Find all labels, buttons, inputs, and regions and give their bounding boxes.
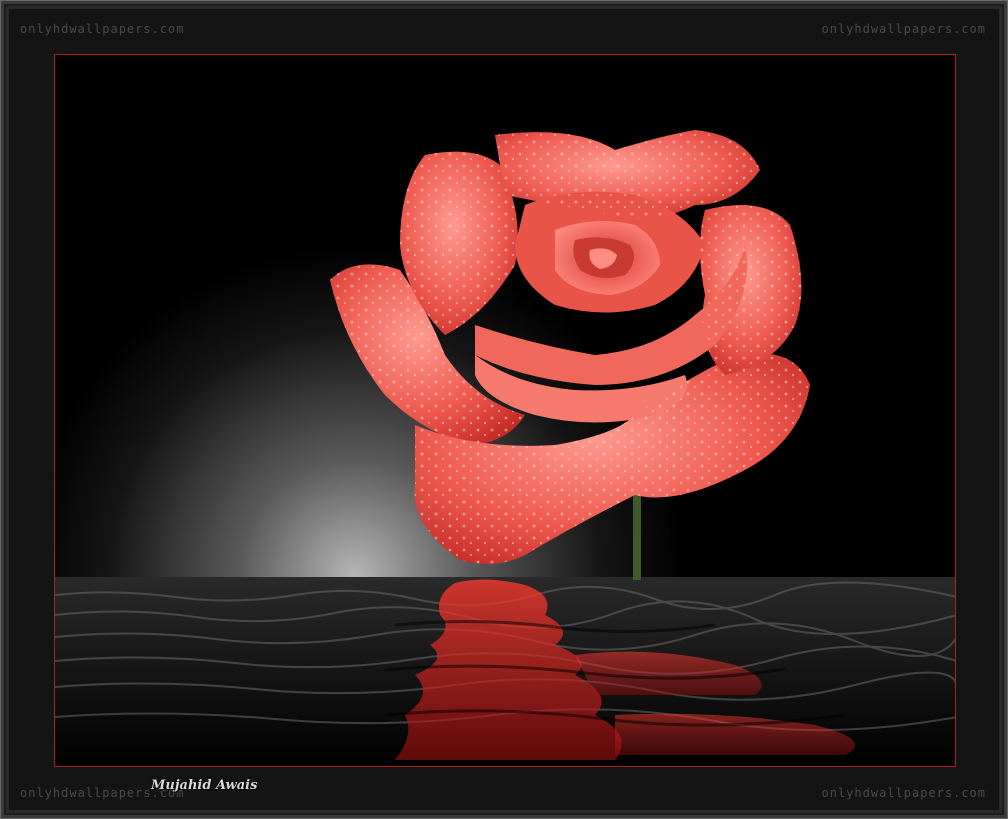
rose-artwork [55, 55, 955, 766]
watermark-top-right: onlyhdwallpapers.com [821, 22, 986, 36]
picture-frame: onlyhdwallpapers.com onlyhdwallpapers.co… [0, 0, 1008, 819]
watermark-bottom-right: onlyhdwallpapers.com [821, 786, 986, 800]
artist-signature: Mujahid Awais [151, 778, 258, 793]
watermark-top-left: onlyhdwallpapers.com [20, 22, 185, 36]
wallpaper-image [54, 54, 956, 767]
